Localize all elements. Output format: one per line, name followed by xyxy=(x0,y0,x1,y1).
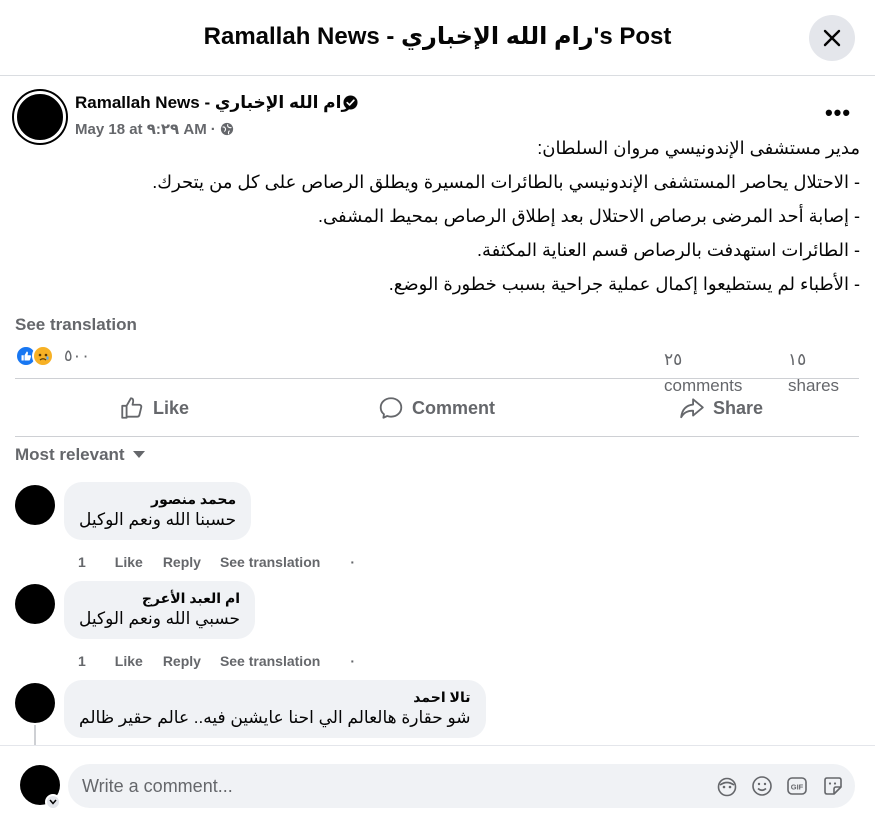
share-label: Share xyxy=(713,397,764,418)
sort-label: Most relevant xyxy=(15,445,125,464)
comment-bubble-icon xyxy=(379,397,403,419)
comment-reaction-count[interactable]: 1 xyxy=(78,653,86,669)
commenter-avatar[interactable] xyxy=(15,485,55,525)
comment-see-translation[interactable]: See translation xyxy=(220,554,320,570)
profile-switcher-button[interactable] xyxy=(45,794,61,810)
like-button[interactable]: Like xyxy=(119,390,189,426)
comment-bubble: ام العبد الأعرج حسبي الله ونعم الوكيل xyxy=(64,581,256,639)
comment-reaction-count[interactable]: 1 xyxy=(78,554,86,570)
post-modal-header: Ramallah News - رام الله الإخباري's Post xyxy=(0,0,875,76)
comment-bubble: تالا احمد شو حقارة هالعالم الي احنا عايش… xyxy=(64,680,486,738)
comment-bubble: محمد منصور حسبنا الله ونعم الوكيل xyxy=(64,482,252,540)
comment-see-translation[interactable]: See translation xyxy=(220,653,320,669)
post-line: - إصابة أحد المرضى برصاص الاحتلال بعد إط… xyxy=(318,206,860,226)
emoji-icon[interactable] xyxy=(751,775,773,797)
see-translation-link[interactable]: See translation xyxy=(15,315,137,335)
post-line: - الأطباء لم يستطيعوا إكمال عملية جراحية… xyxy=(388,274,860,294)
reply-thread-line xyxy=(34,725,36,747)
comment-reply-button[interactable]: Reply xyxy=(163,554,201,570)
gif-icon[interactable]: GIF xyxy=(786,775,808,797)
share-arrow-icon xyxy=(680,398,704,419)
reactions-summary[interactable]: ٥٠٠ xyxy=(15,345,90,367)
comment-meta-dot: · xyxy=(350,554,355,570)
close-icon xyxy=(823,29,841,47)
caret-down-icon xyxy=(132,451,145,458)
comment-actions: 1 Like Reply See translation · xyxy=(78,554,355,570)
globe-icon xyxy=(220,122,233,136)
more-options-button[interactable]: ••• xyxy=(820,100,856,128)
comment-sort-dropdown[interactable]: Most relevant xyxy=(15,445,145,465)
thumbs-up-icon xyxy=(121,397,143,419)
post-meta: May 18 at ٩:٢٩ AM · xyxy=(75,120,234,138)
comment-author[interactable]: تالا احمد xyxy=(79,689,470,706)
comment-reply-button[interactable]: Reply xyxy=(163,653,201,669)
svg-text:GIF: GIF xyxy=(791,783,804,792)
comment-author[interactable]: ام العبد الأعرج xyxy=(79,590,240,607)
post-date[interactable]: May 18 at ٩:٢٩ AM xyxy=(75,120,207,138)
comment-text: حسبي الله ونعم الوكيل xyxy=(79,609,241,628)
comment-like-button[interactable]: Like xyxy=(115,554,143,570)
verified-badge-icon xyxy=(343,95,358,110)
sticker-icon[interactable] xyxy=(822,775,844,797)
close-button[interactable] xyxy=(809,15,855,61)
comment-label: Comment xyxy=(412,397,496,418)
sad-reaction-icon xyxy=(32,345,54,367)
page-avatar[interactable] xyxy=(14,91,66,143)
avatar-sticker-icon[interactable] xyxy=(716,775,738,797)
post-line: - الطائرات استهدفت بالرصاص قسم العناية ا… xyxy=(476,240,860,260)
commenter-avatar[interactable] xyxy=(15,683,55,723)
meta-separator: · xyxy=(210,120,216,138)
comment-author[interactable]: محمد منصور xyxy=(79,491,236,508)
commenter-avatar[interactable] xyxy=(15,584,55,624)
reaction-count: ٥٠٠ xyxy=(64,348,90,365)
post-action-bar: Like Comment Share xyxy=(15,378,859,437)
comment-text: حسبنا الله ونعم الوكيل xyxy=(79,510,237,529)
page-name[interactable]: Ramallah News - رام الله الإخباري xyxy=(75,93,351,113)
comment-meta-dot: · xyxy=(350,653,355,669)
comment-text: شو حقارة هالعالم الي احنا عايشين فيه.. ع… xyxy=(79,708,471,727)
like-label: Like xyxy=(153,397,190,418)
post-body: مدير مستشفى الإندونيسي مروان السلطان: - … xyxy=(80,137,860,307)
post-line: مدير مستشفى الإندونيسي مروان السلطان: xyxy=(537,138,860,158)
comment-like-button[interactable]: Like xyxy=(115,653,143,669)
chevron-down-icon xyxy=(49,799,57,805)
comment-button[interactable]: Comment xyxy=(378,390,495,426)
comment-actions: 1 Like Reply See translation · xyxy=(78,653,355,669)
share-button[interactable]: Share xyxy=(679,390,763,426)
post-line: - الاحتلال يحاصر المستشفى الإندونيسي بال… xyxy=(152,172,860,192)
modal-title: Ramallah News - رام الله الإخباري's Post xyxy=(203,23,672,50)
